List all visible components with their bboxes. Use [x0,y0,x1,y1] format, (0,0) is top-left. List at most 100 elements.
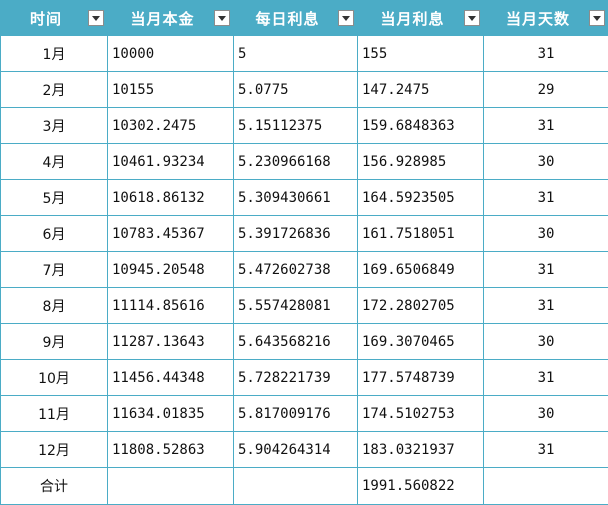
header-row: 时间 当月本金 每日利息 当月利息 当月天数 [1,1,608,36]
column-header-label: 时间 [30,8,78,29]
cell-month[interactable]: 6月 [1,216,108,252]
cell-principal[interactable]: 11808.52863 [108,432,234,468]
cell-daily-interest[interactable]: 5.309430661 [234,180,358,216]
table-row: 10月 11456.44348 5.728221739 177.5748739 … [1,360,608,396]
column-header-time[interactable]: 时间 [1,1,108,36]
cell-month[interactable]: 4月 [1,144,108,180]
cell-days[interactable]: 31 [484,180,608,216]
table-row: 2月 10155 5.0775 147.2475 29 [1,72,608,108]
cell-days[interactable]: 31 [484,432,608,468]
cell-days[interactable]: 30 [484,216,608,252]
cell-principal[interactable] [108,468,234,505]
chevron-down-icon [468,16,476,21]
cell-principal[interactable]: 10000 [108,36,234,72]
cell-daily-interest[interactable]: 5.728221739 [234,360,358,396]
cell-principal[interactable]: 10783.45367 [108,216,234,252]
cell-monthly-interest[interactable]: 172.2802705 [358,288,484,324]
cell-principal[interactable]: 10461.93234 [108,144,234,180]
table-row: 12月 11808.52863 5.904264314 183.0321937 … [1,432,608,468]
chevron-down-icon [92,16,100,21]
column-header-monthly-interest[interactable]: 当月利息 [358,1,484,36]
table-row: 6月 10783.45367 5.391726836 161.7518051 3… [1,216,608,252]
cell-monthly-interest[interactable]: 156.928985 [358,144,484,180]
table-row: 3月 10302.2475 5.15112375 159.6848363 31 [1,108,608,144]
table-row: 1月 10000 5 155 31 [1,36,608,72]
cell-days[interactable]: 31 [484,252,608,288]
cell-days[interactable]: 31 [484,360,608,396]
column-header-label: 当月利息 [380,8,460,29]
cell-month[interactable]: 3月 [1,108,108,144]
cell-month[interactable]: 7月 [1,252,108,288]
chevron-down-icon [342,16,350,21]
filter-dropdown-button[interactable] [88,10,104,26]
cell-month[interactable]: 5月 [1,180,108,216]
cell-monthly-interest[interactable]: 159.6848363 [358,108,484,144]
table-row: 4月 10461.93234 5.230966168 156.928985 30 [1,144,608,180]
cell-daily-interest[interactable]: 5.391726836 [234,216,358,252]
cell-total-label[interactable]: 合计 [1,468,108,505]
cell-monthly-interest[interactable]: 169.3070465 [358,324,484,360]
cell-daily-interest[interactable]: 5.557428081 [234,288,358,324]
cell-principal[interactable]: 11287.13643 [108,324,234,360]
chevron-down-icon [593,16,601,21]
table-row: 5月 10618.86132 5.309430661 164.5923505 3… [1,180,608,216]
cell-monthly-interest[interactable]: 161.7518051 [358,216,484,252]
cell-days[interactable]: 31 [484,36,608,72]
cell-monthly-interest[interactable]: 155 [358,36,484,72]
cell-days[interactable]: 31 [484,288,608,324]
cell-days[interactable]: 29 [484,72,608,108]
cell-total-monthly-interest[interactable]: 1991.560822 [358,468,484,505]
filter-dropdown-button[interactable] [589,10,605,26]
cell-daily-interest[interactable]: 5.230966168 [234,144,358,180]
cell-daily-interest[interactable]: 5.904264314 [234,432,358,468]
cell-principal[interactable]: 11634.01835 [108,396,234,432]
chevron-down-icon [218,16,226,21]
cell-daily-interest[interactable]: 5.0775 [234,72,358,108]
cell-month[interactable]: 9月 [1,324,108,360]
cell-days[interactable]: 30 [484,396,608,432]
cell-month[interactable]: 10月 [1,360,108,396]
cell-monthly-interest[interactable]: 147.2475 [358,72,484,108]
column-header-daily-interest[interactable]: 每日利息 [234,1,358,36]
column-header-label: 当月本金 [130,8,210,29]
column-header-label: 当月天数 [506,8,586,29]
cell-month[interactable]: 8月 [1,288,108,324]
cell-days[interactable] [484,468,608,505]
cell-monthly-interest[interactable]: 183.0321937 [358,432,484,468]
cell-days[interactable]: 30 [484,144,608,180]
cell-days[interactable]: 31 [484,108,608,144]
cell-principal[interactable]: 10945.20548 [108,252,234,288]
filter-dropdown-button[interactable] [338,10,354,26]
cell-principal[interactable]: 11456.44348 [108,360,234,396]
cell-principal[interactable]: 10618.86132 [108,180,234,216]
table-row: 11月 11634.01835 5.817009176 174.5102753 … [1,396,608,432]
filter-dropdown-button[interactable] [464,10,480,26]
cell-principal[interactable]: 10155 [108,72,234,108]
cell-daily-interest[interactable]: 5.643568216 [234,324,358,360]
cell-month[interactable]: 1月 [1,36,108,72]
column-header-principal[interactable]: 当月本金 [108,1,234,36]
table-row: 8月 11114.85616 5.557428081 172.2802705 3… [1,288,608,324]
cell-daily-interest[interactable] [234,468,358,505]
filter-dropdown-button[interactable] [214,10,230,26]
cell-monthly-interest[interactable]: 174.5102753 [358,396,484,432]
column-header-label: 每日利息 [255,8,335,29]
cell-month[interactable]: 11月 [1,396,108,432]
cell-month[interactable]: 12月 [1,432,108,468]
cell-month[interactable]: 2月 [1,72,108,108]
spreadsheet-table: 时间 当月本金 每日利息 当月利息 当月天数 1月 10000 [0,0,608,505]
cell-principal[interactable]: 11114.85616 [108,288,234,324]
cell-daily-interest[interactable]: 5 [234,36,358,72]
cell-monthly-interest[interactable]: 164.5923505 [358,180,484,216]
cell-principal[interactable]: 10302.2475 [108,108,234,144]
cell-daily-interest[interactable]: 5.15112375 [234,108,358,144]
cell-daily-interest[interactable]: 5.817009176 [234,396,358,432]
cell-monthly-interest[interactable]: 177.5748739 [358,360,484,396]
table-row: 7月 10945.20548 5.472602738 169.6506849 3… [1,252,608,288]
cell-monthly-interest[interactable]: 169.6506849 [358,252,484,288]
total-row: 合计 1991.560822 [1,468,608,505]
cell-daily-interest[interactable]: 5.472602738 [234,252,358,288]
table-row: 9月 11287.13643 5.643568216 169.3070465 3… [1,324,608,360]
cell-days[interactable]: 30 [484,324,608,360]
column-header-days[interactable]: 当月天数 [484,1,608,36]
